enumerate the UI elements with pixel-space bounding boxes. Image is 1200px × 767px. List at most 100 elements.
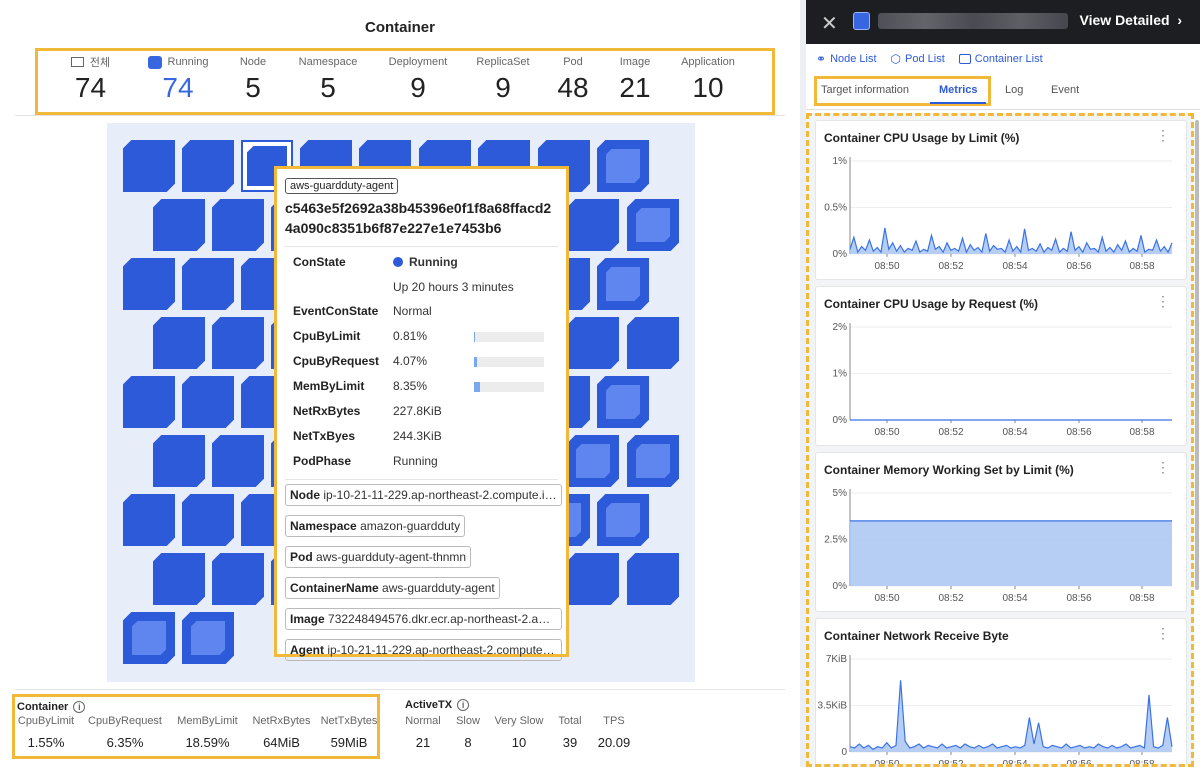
summary-pod[interactable]: Pod 48 (548, 55, 598, 105)
x-tick-label: 08:52 (938, 593, 963, 604)
container-cell[interactable] (123, 612, 175, 664)
y-tick-label: 2% (833, 322, 848, 333)
info-icon[interactable]: i (457, 699, 470, 711)
info-node[interactable]: Node ip-10-21-11-229.ap-northeast-2.comp… (285, 484, 562, 506)
pod-list-link[interactable]: ⬡ Pod List (891, 52, 945, 66)
container-cell[interactable] (627, 435, 679, 487)
tab-log[interactable]: Log (1005, 84, 1023, 96)
summary-deployment[interactable]: Deployment 9 (378, 55, 458, 105)
container-cell[interactable] (567, 435, 619, 487)
x-tick-label: 08:58 (1129, 593, 1154, 604)
chart-plot: 5% 2.5% 0% 08:50 08:52 08:54 08:56 08:58 (824, 488, 1172, 604)
summary-replicaset[interactable]: ReplicaSet 9 (468, 55, 538, 105)
container-cell[interactable] (212, 199, 264, 251)
info-namespace[interactable]: Namespace amazon-guardduty (285, 515, 466, 537)
metric-chart-panel: Container CPU Usage by Request (%) ⋮ 2% 1% 0… (815, 286, 1187, 446)
container-cell[interactable] (627, 553, 679, 605)
cpubylimit-bar (474, 332, 544, 342)
x-tick-label: 08:58 (1129, 759, 1154, 767)
summary-running[interactable]: Running 74 (138, 55, 218, 105)
info-pod[interactable]: Pod aws-guardduty-agent-thnmn (285, 546, 472, 568)
metric-nettxbytes: NetTxBytes 59MiB (320, 715, 378, 750)
detail-header: ✕ View Detailed › (806, 0, 1200, 44)
container-cell[interactable] (182, 612, 234, 664)
container-cell[interactable] (597, 494, 649, 546)
y-tick-label: 3.5KiB (818, 701, 848, 712)
container-name-tag: aws-guardduty-agent (285, 178, 399, 194)
tab-target-information[interactable]: Target information (821, 84, 909, 96)
activetx-tps: TPS 20.09 (597, 715, 631, 750)
container-cell[interactable] (182, 140, 234, 192)
container-cell[interactable] (182, 258, 234, 310)
divider (285, 246, 558, 247)
container-cell[interactable] (567, 199, 619, 251)
node-list-link[interactable]: ⚭ Node List (816, 52, 877, 66)
x-tick-label: 08:54 (1002, 261, 1027, 272)
x-tick-label: 08:50 (874, 427, 899, 438)
info-image[interactable]: Image 732248494576.dkr.ecr.ap-northeast-… (285, 608, 562, 630)
container-cell[interactable] (153, 199, 205, 251)
container-cell[interactable] (153, 435, 205, 487)
list-links: ⚭ Node List ⬡ Pod List Container List (816, 52, 1043, 66)
container-id: c5463e5f2692a38b45396e0f1f8a68ffacd24a09… (285, 200, 552, 236)
summary-node[interactable]: Node 5 (228, 55, 278, 105)
container-cell[interactable] (153, 317, 205, 369)
activetx-veryslow: Very Slow 10 (494, 715, 544, 750)
y-tick-label: 0.5% (824, 203, 847, 214)
row-membylimit: MemByLimit 8.35% (285, 379, 558, 404)
x-tick-label: 08:56 (1066, 261, 1091, 272)
close-icon[interactable]: ✕ (821, 11, 838, 36)
summary-image[interactable]: Image 21 (610, 55, 660, 105)
container-cell[interactable] (123, 258, 175, 310)
container-cell[interactable] (182, 494, 234, 546)
container-cell[interactable] (182, 376, 234, 428)
container-cell[interactable] (212, 435, 264, 487)
chart-plot: 2% 1% 0% 08:50 08:52 08:54 08:56 08:58 (833, 322, 1172, 438)
container-name-redacted (878, 13, 1068, 29)
y-tick-label: 1% (833, 369, 848, 380)
row-podphase: PodPhase Running (293, 454, 438, 468)
hexagon-icon: ⬡ (890, 52, 902, 66)
x-tick-label: 08:50 (874, 261, 899, 272)
summary-application[interactable]: Application 10 (668, 55, 748, 105)
info-agent[interactable]: Agent ip-10-21-11-229.ap-northeast-2.com… (285, 639, 562, 661)
container-cell[interactable] (567, 317, 619, 369)
view-detailed-button[interactable]: View Detailed › (1080, 12, 1182, 28)
metric-netrxbytes: NetRxBytes 64MiB (252, 715, 311, 750)
container-cell[interactable] (597, 140, 649, 192)
info-containername[interactable]: ContainerName aws-guardduty-agent (285, 577, 500, 599)
container-cell[interactable] (212, 553, 264, 605)
container-cell[interactable] (567, 553, 619, 605)
container-cell[interactable] (153, 553, 205, 605)
activetx-title: ActiveTX i (405, 699, 470, 711)
container-cell[interactable] (627, 199, 679, 251)
metric-chart-panel: Container Memory Working Set by Limit (%… (815, 452, 1187, 612)
y-tick-label: 0% (833, 415, 848, 426)
summary-total[interactable]: 전체 74 (58, 55, 123, 105)
y-tick-label: 1% (833, 156, 848, 167)
container-cell[interactable] (212, 317, 264, 369)
container-cell[interactable] (597, 258, 649, 310)
tab-event[interactable]: Event (1051, 84, 1079, 96)
container-cell[interactable] (123, 376, 175, 428)
chart-plot: 7KiB 3.5KiB 0 08:50 08:52 08:54 08:56 08:58 (818, 654, 1173, 767)
container-tooltip: aws-guardduty-agent c5463e5f2692a38b4539… (274, 166, 569, 661)
container-cell[interactable] (123, 140, 175, 192)
page-title: Container (364, 19, 435, 36)
container-list-link[interactable]: Container List (958, 52, 1043, 66)
container-cell[interactable] (597, 376, 649, 428)
row-nettxbyes: NetTxByes 244.3KiB (293, 429, 442, 443)
tab-metrics[interactable]: Metrics (939, 84, 978, 96)
divider (15, 689, 785, 690)
x-tick-label: 08:52 (938, 261, 963, 272)
info-icon[interactable]: i (73, 701, 86, 713)
y-tick-label: 0% (833, 249, 848, 260)
summary-namespace[interactable]: Namespace 5 (288, 55, 368, 105)
detail-tabs: Target information Metrics Log Event (806, 76, 1200, 110)
y-tick-label: 0 (841, 747, 847, 758)
x-tick-label: 08:50 (874, 593, 899, 604)
scrollbar[interactable] (1195, 120, 1199, 590)
container-cell[interactable] (627, 317, 679, 369)
container-cell[interactable] (123, 494, 175, 546)
row-cpubylimit: CpuByLimit 0.81% (285, 329, 558, 354)
